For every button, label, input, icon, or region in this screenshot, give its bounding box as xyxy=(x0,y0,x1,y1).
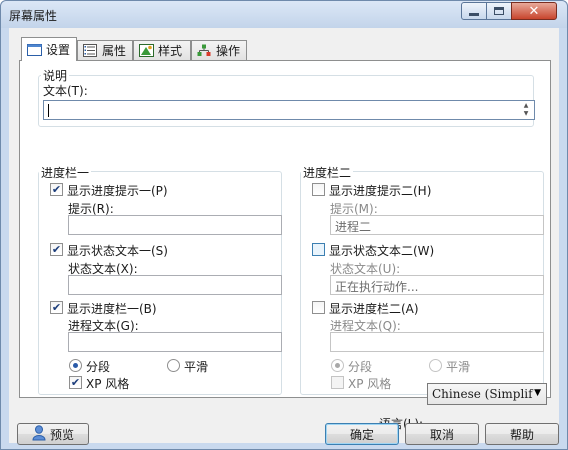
help-label: 帮助 xyxy=(509,427,534,442)
ok-label: 确定 xyxy=(349,427,374,442)
minimize-icon xyxy=(469,12,479,16)
maximize-button[interactable] xyxy=(486,2,512,20)
tab-properties-label: 属性 xyxy=(102,44,127,58)
maximize-icon xyxy=(494,7,504,15)
close-button[interactable]: ✕ xyxy=(511,2,557,20)
properties-list-icon xyxy=(82,44,98,58)
window-title: 屏幕属性 xyxy=(9,9,58,23)
cancel-button[interactable]: 取消 xyxy=(405,423,479,445)
tab-style-label: 样式 xyxy=(158,44,183,58)
progress-two-smooth-radio[interactable] xyxy=(429,359,442,372)
progress-two-xp-style-checkbox[interactable] xyxy=(331,376,344,389)
tab-settings[interactable]: 设置 xyxy=(21,37,77,61)
progress-one-show-tip-label[interactable]: 显示进度提示一(P) xyxy=(67,182,168,199)
progress-one-progress-input[interactable] xyxy=(68,332,282,352)
progress-two-show-status-label[interactable]: 显示状态文本二(W) xyxy=(329,242,434,259)
progress-one-segment-radio[interactable] xyxy=(69,359,82,372)
settings-tab-panel: 说明 文本(T): ▲ ▼ 进度栏一 ✔ 显示进度提示一(P) 提示(R): ✔ … xyxy=(19,60,551,431)
dialog-client-area: 设置 属性 样式 操作 说明 文本(T): ▲ ▼ 进度栏一 ✔ 显示进度提示一… xyxy=(9,28,559,445)
help-button[interactable]: 帮助 xyxy=(485,423,559,445)
progress-one-show-bar-checkbox[interactable]: ✔ xyxy=(50,301,63,314)
progress-two-status-value: 正在执行动作... xyxy=(335,280,419,294)
chevron-down-icon: ▼ xyxy=(534,388,541,398)
description-text-label: 文本(T): xyxy=(43,84,88,98)
tab-settings-label: 设置 xyxy=(46,43,71,57)
progress-two-smooth-label[interactable]: 平滑 xyxy=(446,358,470,375)
preview-label: 预览 xyxy=(49,427,74,442)
progress-one-xp-style-checkbox[interactable]: ✔ xyxy=(69,376,82,389)
progress-two-show-status-checkbox[interactable] xyxy=(312,243,325,256)
text-caret xyxy=(48,104,49,117)
style-palette-icon xyxy=(138,44,154,58)
progress-one-group-label: 进度栏一 xyxy=(39,164,92,181)
language-value: Chinese (Simplif xyxy=(432,387,533,401)
progress-two-show-tip-checkbox[interactable] xyxy=(312,183,325,196)
progress-one-status-input[interactable] xyxy=(68,275,282,295)
progress-two-segment-label[interactable]: 分段 xyxy=(348,358,372,375)
tab-properties[interactable]: 属性 xyxy=(77,40,133,60)
progress-one-show-bar-label[interactable]: 显示进度栏一(B) xyxy=(67,300,157,317)
ok-button[interactable]: 确定 xyxy=(325,423,399,445)
dialog-window: 屏幕属性 ✕ 设置 属性 样式 操作 说明 文本(T): ▲ ▼ 进度栏一 ✔ … xyxy=(0,0,568,450)
description-group: 说明 文本(T): ▲ ▼ xyxy=(38,67,535,127)
progress-two-segment-radio[interactable] xyxy=(331,359,344,372)
progress-two-show-bar-checkbox[interactable] xyxy=(312,301,325,314)
progress-two-tip-input[interactable]: 进程二 xyxy=(330,215,544,235)
progress-two-show-bar-label[interactable]: 显示进度栏二(A) xyxy=(329,300,419,317)
minimize-button[interactable] xyxy=(461,2,487,20)
actions-tree-icon xyxy=(196,44,212,58)
progress-two-progress-input[interactable] xyxy=(330,332,544,352)
progress-one-show-status-label[interactable]: 显示状态文本一(S) xyxy=(67,242,168,259)
cancel-label: 取消 xyxy=(429,427,454,442)
preview-icon xyxy=(32,424,46,444)
description-scroll-arrows[interactable]: ▲ ▼ xyxy=(519,102,533,118)
description-text-input[interactable]: ▲ ▼ xyxy=(43,100,535,120)
progress-two-tip-value: 进程二 xyxy=(335,220,372,234)
settings-window-icon xyxy=(26,43,42,57)
progress-two-status-input[interactable]: 正在执行动作... xyxy=(330,275,544,295)
title-bar[interactable]: 屏幕属性 ✕ xyxy=(1,1,567,28)
preview-button[interactable]: 预览 xyxy=(17,423,89,445)
progress-one-smooth-label[interactable]: 平滑 xyxy=(184,358,208,375)
progress-one-show-status-checkbox[interactable]: ✔ xyxy=(50,243,63,256)
tab-style[interactable]: 样式 xyxy=(133,40,191,60)
tab-actions[interactable]: 操作 xyxy=(191,40,247,60)
progress-one-tip-input[interactable] xyxy=(68,215,282,235)
progress-one-segment-label[interactable]: 分段 xyxy=(86,358,110,375)
progress-one-xp-style-label[interactable]: XP 风格 xyxy=(86,375,129,392)
progress-one-show-tip-checkbox[interactable]: ✔ xyxy=(50,183,63,196)
progress-two-show-tip-label[interactable]: 显示进度提示二(H) xyxy=(329,182,431,199)
progress-one-smooth-radio[interactable] xyxy=(167,359,180,372)
close-icon: ✕ xyxy=(528,3,540,19)
progress-two-group-label: 进度栏二 xyxy=(301,164,354,181)
tab-actions-label: 操作 xyxy=(216,44,241,58)
language-select[interactable]: Chinese (Simplif ▼ xyxy=(427,383,547,405)
progress-two-xp-style-label[interactable]: XP 风格 xyxy=(348,375,391,392)
